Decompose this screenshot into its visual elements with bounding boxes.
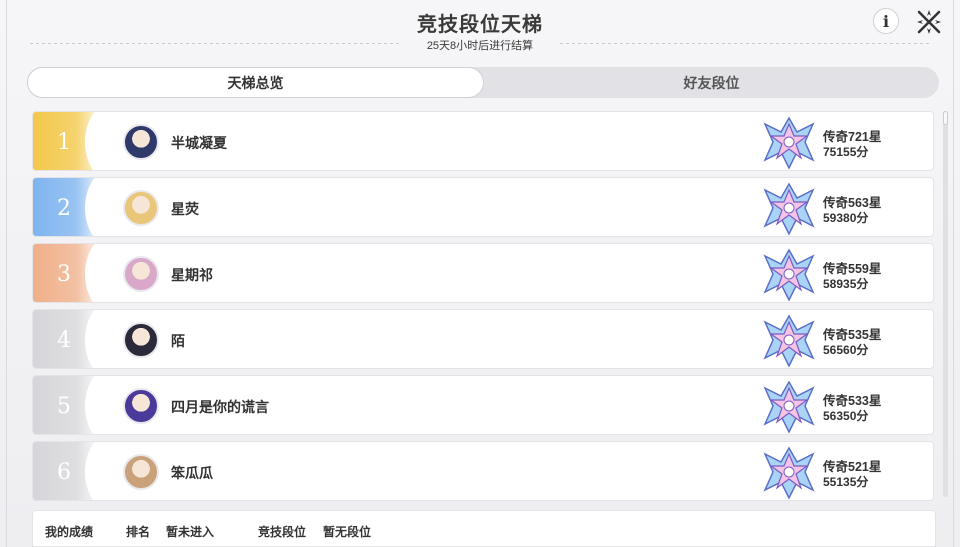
scrollbar[interactable] xyxy=(943,111,948,497)
my-tier-value: 暂无段位 xyxy=(323,525,372,539)
player-avatar[interactable] xyxy=(123,322,159,358)
player-name: 半城凝夏 xyxy=(171,135,227,151)
rank-number: 3 xyxy=(57,261,71,287)
ranking-row[interactable]: 6 笨瓜瓜 传奇521星 55135分 xyxy=(32,441,934,501)
player-score: 75155分 xyxy=(823,145,869,159)
my-rank-value: 暂未进入 xyxy=(166,525,215,539)
info-button[interactable]: i xyxy=(873,8,899,34)
scrollbar-thumb[interactable] xyxy=(943,111,948,125)
ranking-row[interactable]: 4 陌传奇535星 56560分 xyxy=(32,309,934,369)
legend-rank-emblem-icon xyxy=(763,116,815,170)
rank-number: 2 xyxy=(57,195,71,221)
player-score: 56350分 xyxy=(823,409,869,423)
legend-rank-emblem-icon xyxy=(763,380,815,434)
player-name: 星期祁 xyxy=(171,267,213,283)
info-icon: i xyxy=(882,11,890,31)
frame-border-right xyxy=(953,0,954,547)
player-name: 四月是你的谎言 xyxy=(171,399,269,415)
rank-number: 6 xyxy=(57,459,71,485)
close-button[interactable] xyxy=(915,8,943,36)
player-score: 59380分 xyxy=(823,211,869,225)
rank-number: 5 xyxy=(57,393,71,419)
ranking-row[interactable]: 1 半城凝夏 传奇721星 75155分 xyxy=(32,111,934,171)
player-name: 星荧 xyxy=(171,201,199,217)
my-tier-label: 竞技段位 xyxy=(258,525,307,539)
ranking-list[interactable]: 1 半城凝夏 传奇721星 75155分 2 星荧 传奇563星 59380分 3 星期祁 传奇55… xyxy=(32,111,934,503)
frame-border-left xyxy=(6,0,7,547)
page-title: 竞技段位天梯 xyxy=(417,14,543,36)
my-record-label: 我的成绩 xyxy=(45,525,94,539)
tab-bar: 天梯总览 好友段位 xyxy=(27,67,939,98)
player-score: 56560分 xyxy=(823,343,869,357)
player-avatar[interactable] xyxy=(123,256,159,292)
legend-rank-emblem-icon xyxy=(763,182,815,236)
ranking-row[interactable]: 2 星荧 传奇563星 59380分 xyxy=(32,177,934,237)
legend-rank-emblem-icon xyxy=(763,446,815,500)
player-avatar[interactable] xyxy=(123,124,159,160)
ranking-row[interactable]: 5 四月是你的谎言 传奇533星 56350分 xyxy=(32,375,934,435)
close-icon xyxy=(917,10,941,34)
player-avatar[interactable] xyxy=(123,190,159,226)
player-score: 58935分 xyxy=(823,277,869,291)
ranking-row[interactable]: 3 星期祁 传奇559星 58935分 xyxy=(32,243,934,303)
rank-number: 4 xyxy=(57,327,71,353)
player-avatar[interactable] xyxy=(123,454,159,490)
player-name: 陌 xyxy=(171,333,185,349)
tab-friends-tier[interactable]: 好友段位 xyxy=(484,67,939,98)
player-score: 55135分 xyxy=(823,475,869,489)
player-name: 笨瓜瓜 xyxy=(171,465,213,481)
player-avatar[interactable] xyxy=(123,388,159,424)
legend-rank-emblem-icon xyxy=(763,314,815,368)
my-rank-label: 排名 xyxy=(126,525,151,539)
my-record-bar: 我的成绩 排名 暂未进入 竞技段位 暂无段位 xyxy=(32,510,936,547)
legend-rank-emblem-icon xyxy=(763,248,815,302)
tab-ladder-overview[interactable]: 天梯总览 xyxy=(27,67,484,98)
settlement-countdown: 25天8小时后进行结算 xyxy=(426,40,534,52)
rank-number: 1 xyxy=(57,129,71,155)
